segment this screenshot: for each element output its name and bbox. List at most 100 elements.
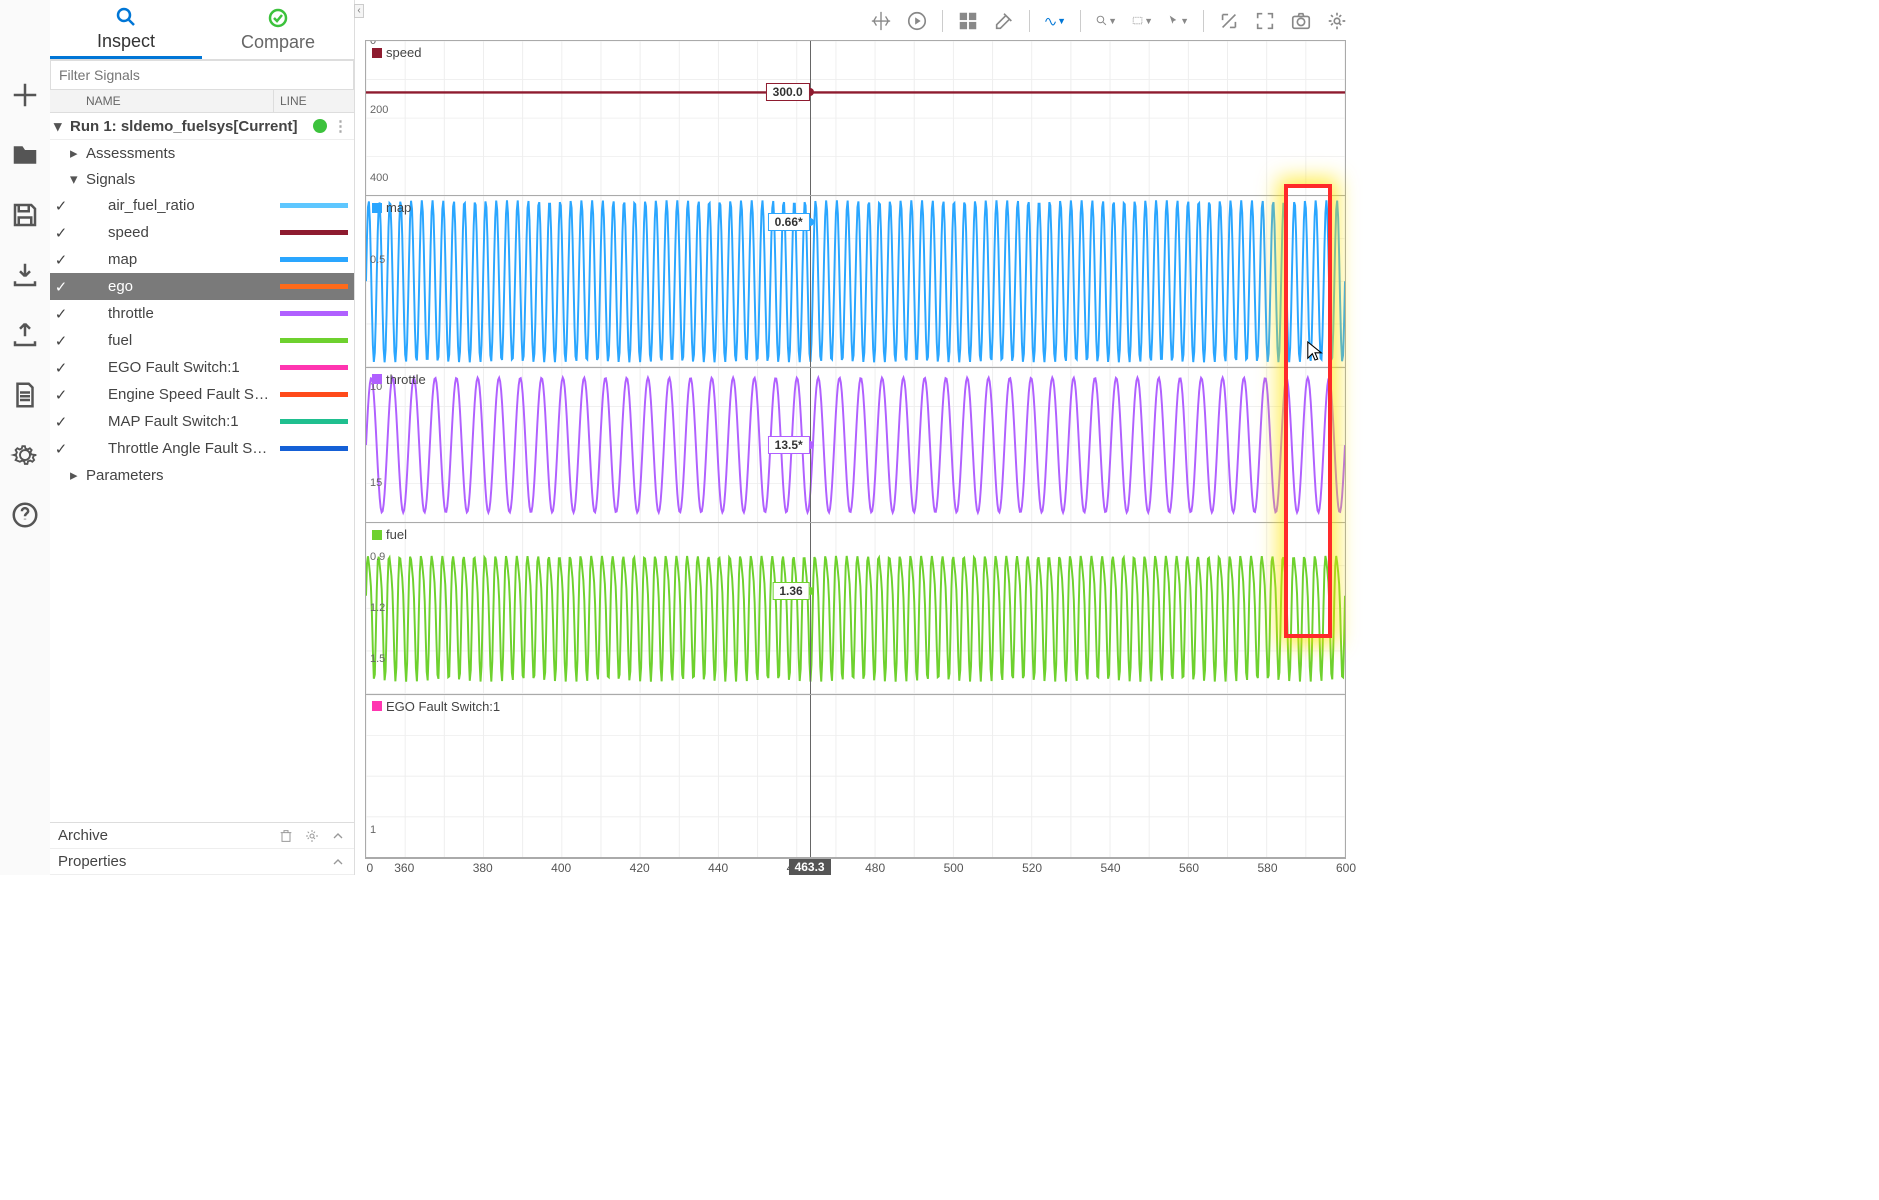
document-icon[interactable] bbox=[10, 380, 40, 410]
subplot-ego-fault-switch-1[interactable]: 1EGO Fault Switch:1 bbox=[366, 695, 1345, 858]
x-cursor-badge: 463.3 bbox=[789, 859, 831, 875]
plot-region: ‹ ▼ ▼ ▼ ▼ 0200400speed300.00.5map0.66* 1 0… bbox=[355, 0, 1356, 875]
play-icon[interactable] bbox=[906, 10, 928, 32]
node-assessments[interactable]: ▸Assessments bbox=[50, 140, 354, 166]
signal-name: ego bbox=[72, 278, 274, 295]
snapshot-icon[interactable] bbox=[1290, 10, 1312, 32]
help-icon[interactable] bbox=[10, 500, 40, 530]
signal-row[interactable]: ✓ Engine Speed Fault Switch:1 bbox=[50, 381, 354, 408]
x-tick: 500 bbox=[944, 861, 964, 875]
x-tick: 360 bbox=[394, 861, 414, 875]
signal-checkbox[interactable]: ✓ bbox=[50, 386, 72, 404]
run-row[interactable]: ▾ Run 1: sldemo_fuelsys[Current] ⋮ bbox=[50, 113, 354, 140]
y-tick: 0.5 bbox=[370, 254, 385, 266]
signal-checkbox[interactable]: ✓ bbox=[50, 332, 72, 350]
data-cursor-icon[interactable]: ▼ bbox=[1167, 10, 1189, 32]
signal-line-swatch bbox=[274, 284, 354, 289]
subplot-speed[interactable]: 0200400speed300.0 bbox=[366, 41, 1345, 196]
expand-icon[interactable]: ▾ bbox=[54, 117, 66, 135]
cursor-line[interactable] bbox=[810, 41, 811, 195]
signal-checkbox[interactable]: ✓ bbox=[50, 224, 72, 242]
col-line: LINE bbox=[274, 90, 354, 112]
properties-section[interactable]: Properties bbox=[50, 849, 354, 875]
subplot-label: throttle bbox=[372, 372, 426, 387]
x-tick: 380 bbox=[473, 861, 493, 875]
subplot-fuel[interactable]: 0.91.21.5fuel1.36 bbox=[366, 523, 1345, 695]
axes-stack[interactable]: 0200400speed300.00.5map0.66*1015throttle… bbox=[365, 40, 1346, 859]
tab-compare-label: Compare bbox=[241, 32, 315, 53]
cursor-value-badge: 13.5* bbox=[768, 436, 810, 454]
x-tick: 560 bbox=[1179, 861, 1199, 875]
signal-checkbox[interactable]: ✓ bbox=[50, 359, 72, 377]
node-parameters[interactable]: ▸Parameters bbox=[50, 462, 354, 488]
collapse-sidebar-handle[interactable]: ‹ bbox=[354, 4, 364, 18]
layout-grid-icon[interactable] bbox=[957, 10, 979, 32]
signal-row[interactable]: ✓ EGO Fault Switch:1 bbox=[50, 354, 354, 381]
signal-row[interactable]: ✓ speed bbox=[50, 219, 354, 246]
archive-section[interactable]: Archive bbox=[50, 823, 354, 849]
x-tick: 440 bbox=[708, 861, 728, 875]
signal-name: Engine Speed Fault Switch:1 bbox=[72, 386, 274, 403]
tab-inspect[interactable]: Inspect bbox=[50, 0, 202, 59]
signal-checkbox[interactable]: ✓ bbox=[50, 440, 72, 458]
cursor-line[interactable] bbox=[810, 523, 811, 694]
subplot-map[interactable]: 0.5map0.66* bbox=[366, 196, 1345, 368]
signal-row[interactable]: ✓ throttle bbox=[50, 300, 354, 327]
run-label: Run 1: sldemo_fuelsys[Current] bbox=[70, 118, 298, 135]
signal-checkbox[interactable]: ✓ bbox=[50, 278, 72, 296]
signal-row[interactable]: ✓ ego bbox=[50, 273, 354, 300]
tab-compare[interactable]: Compare bbox=[202, 0, 354, 59]
node-signals[interactable]: ▾Signals bbox=[50, 166, 354, 192]
x-tick: 420 bbox=[630, 861, 650, 875]
signal-checkbox[interactable]: ✓ bbox=[50, 197, 72, 215]
signal-name: air_fuel_ratio bbox=[72, 197, 274, 214]
trash-icon[interactable] bbox=[278, 828, 294, 844]
signal-row[interactable]: ✓ fuel bbox=[50, 327, 354, 354]
gear-icon[interactable] bbox=[304, 828, 320, 844]
signal-checkbox[interactable]: ✓ bbox=[50, 305, 72, 323]
pan-icon[interactable] bbox=[870, 10, 892, 32]
filter-signals-input[interactable] bbox=[50, 60, 354, 90]
signal-line-swatch bbox=[274, 230, 354, 235]
subplot-throttle[interactable]: 1015throttle13.5* bbox=[366, 368, 1345, 523]
plot-toolbar: ▼ ▼ ▼ ▼ bbox=[870, 6, 1348, 36]
tab-inspect-label: Inspect bbox=[97, 31, 155, 52]
add-icon[interactable] bbox=[10, 80, 40, 110]
x-tick: 600 bbox=[1336, 861, 1356, 875]
signal-line-swatch bbox=[274, 446, 354, 451]
x-tick: 400 bbox=[551, 861, 571, 875]
plot-settings-icon[interactable] bbox=[1326, 10, 1348, 32]
x-axis: 3603804004204404604805005205405605806004… bbox=[365, 859, 1346, 875]
signal-row[interactable]: ✓ MAP Fault Switch:1 bbox=[50, 408, 354, 435]
expand-diagonal-icon[interactable] bbox=[1218, 10, 1240, 32]
run-menu-icon[interactable]: ⋮ bbox=[333, 117, 348, 135]
signal-line-swatch bbox=[274, 392, 354, 397]
signal-checkbox[interactable]: ✓ bbox=[50, 413, 72, 431]
signal-row[interactable]: ✓ Throttle Angle Fault Switch:1 bbox=[50, 435, 354, 462]
settings-icon[interactable] bbox=[10, 440, 40, 470]
zoom-in-time-icon[interactable]: ▼ bbox=[1095, 10, 1117, 32]
signal-row[interactable]: ✓ map bbox=[50, 246, 354, 273]
cursor-value-badge: 0.66* bbox=[768, 213, 810, 231]
y-tick: 400 bbox=[370, 172, 388, 184]
signal-name: throttle bbox=[72, 305, 274, 322]
save-icon[interactable] bbox=[10, 200, 40, 230]
import-icon[interactable] bbox=[10, 260, 40, 290]
export-icon[interactable] bbox=[10, 320, 40, 350]
signal-tree: ▾ Run 1: sldemo_fuelsys[Current] ⋮ ▸Asse… bbox=[50, 113, 354, 822]
cursor-value-badge: 300.0 bbox=[766, 83, 810, 101]
signal-name: map bbox=[72, 251, 274, 268]
maximize-icon[interactable] bbox=[1254, 10, 1276, 32]
folder-icon[interactable] bbox=[10, 140, 40, 170]
cursor-line[interactable] bbox=[810, 695, 811, 857]
chevron-up-icon[interactable] bbox=[330, 854, 346, 870]
visualization-type-icon[interactable]: ▼ bbox=[1044, 10, 1066, 32]
clear-icon[interactable] bbox=[993, 10, 1015, 32]
signal-checkbox[interactable]: ✓ bbox=[50, 251, 72, 269]
chevron-up-icon[interactable] bbox=[330, 828, 346, 844]
y-tick: 0.9 bbox=[370, 551, 385, 563]
fit-to-view-icon[interactable]: ▼ bbox=[1131, 10, 1153, 32]
subplot-label: fuel bbox=[372, 527, 407, 542]
y-tick: 1 bbox=[370, 824, 376, 836]
signal-row[interactable]: ✓ air_fuel_ratio bbox=[50, 192, 354, 219]
